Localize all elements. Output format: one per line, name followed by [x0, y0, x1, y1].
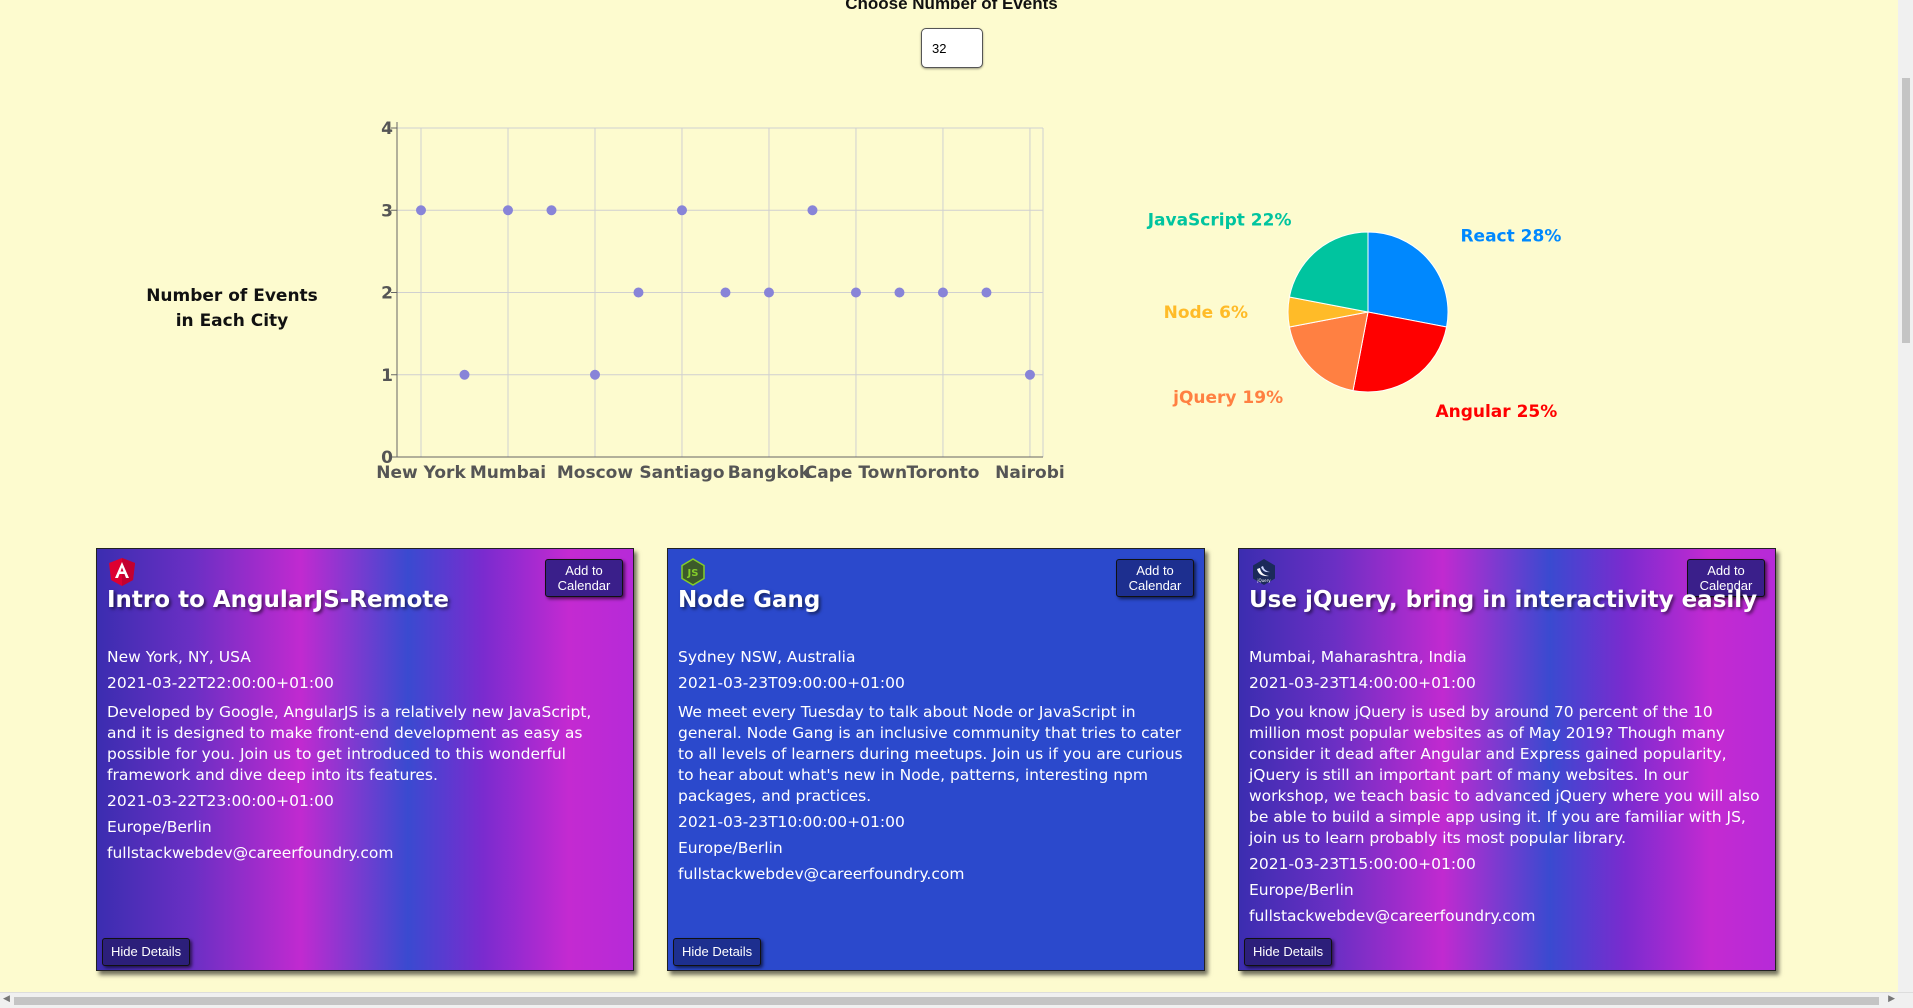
event-end: 2021-03-23T15:00:00+01:00	[1249, 855, 1476, 873]
pie-chart: React 28% Angular 25% jQuery 19% Node 6% Jav…	[1147, 211, 1562, 423]
pie-label: jQuery 19%	[1172, 388, 1283, 408]
scatter-point	[1024, 369, 1035, 380]
horizontal-scrollbar[interactable]: ◀ ▶	[0, 992, 1913, 1008]
event-card: JS Add to Calendar Node Gang Sydney NSW,…	[667, 548, 1205, 971]
scatter-point	[633, 287, 644, 298]
event-description: Developed by Google, AngularJS is a rela…	[107, 703, 592, 784]
svg-text:JS: JS	[687, 568, 699, 579]
event-location: New York, NY, USA	[107, 648, 251, 666]
hide-details-button[interactable]: Hide Details	[673, 938, 762, 966]
scatter-point	[589, 369, 600, 380]
event-timezone: Europe/Berlin	[678, 839, 783, 857]
angular-icon	[109, 558, 135, 586]
event-title: Intro to AngularJS-Remote	[107, 587, 449, 613]
x-tick-label: Santiago	[639, 463, 724, 483]
pie-label: JavaScript 22%	[1147, 211, 1292, 231]
x-tick-label: Moscow	[557, 463, 633, 483]
y-tick-label: 3	[381, 201, 393, 221]
pie-slice	[1287, 296, 1369, 328]
event-description: Do you know jQuery is used by around 70 …	[1249, 703, 1760, 847]
scatter-point	[416, 205, 426, 216]
scatter-point	[894, 287, 905, 298]
event-location: Mumbai, Maharashtra, India	[1249, 648, 1467, 666]
event-email: fullstackwebdev@careerfoundry.com	[1249, 907, 1536, 925]
scatter-point	[807, 205, 818, 216]
scatter-label: Number of Events in Each City	[146, 286, 318, 331]
event-timezone: Europe/Berlin	[1249, 881, 1354, 899]
x-tick-label: Bangkok	[728, 463, 811, 483]
event-title: Use jQuery, bring in interactivity easil…	[1249, 587, 1758, 613]
pie-label: React 28%	[1460, 227, 1561, 247]
scatter-point	[502, 205, 513, 216]
vertical-scrollbar-thumb[interactable]	[1902, 78, 1910, 343]
vertical-scrollbar[interactable]	[1898, 0, 1913, 993]
hide-details-button[interactable]: Hide Details	[102, 938, 191, 966]
event-card: Add to Calendar Intro to AngularJS-Remot…	[96, 548, 634, 971]
svg-text:jQuery: jQuery	[1256, 578, 1271, 583]
pie-slice	[1367, 231, 1449, 328]
pie-slice	[1288, 231, 1369, 313]
pie-slice	[1352, 311, 1448, 393]
number-of-events-input[interactable]	[921, 28, 983, 68]
y-tick-label: 4	[381, 119, 393, 139]
event-start: 2021-03-22T22:00:00+01:00	[107, 674, 334, 692]
nodejs-icon: JS	[681, 558, 705, 586]
pie-label: Angular 25%	[1435, 402, 1557, 422]
jquery-icon: jQuery	[1253, 559, 1275, 585]
event-end: 2021-03-23T10:00:00+01:00	[678, 813, 905, 831]
event-card: jQuery Add to Calendar Use jQuery, bring…	[1238, 548, 1776, 971]
scroll-right-icon[interactable]: ▶	[1888, 994, 1895, 1004]
scatter-chart: 0 1 2 3 4 New York Mumbai Moscow Santiago Bangkok…	[376, 119, 1065, 483]
x-tick-label: Mumbai	[470, 463, 546, 483]
y-tick-label: 0	[381, 448, 393, 468]
x-tick-label: Toronto	[906, 463, 979, 483]
horizontal-scrollbar-thumb[interactable]	[14, 997, 1879, 1005]
y-tick-label: 2	[381, 284, 393, 304]
x-tick-label: New York	[376, 463, 466, 483]
scatter-point	[981, 287, 992, 298]
scatter-point	[937, 287, 948, 298]
event-start: 2021-03-23T09:00:00+01:00	[678, 674, 905, 692]
event-timezone: Europe/Berlin	[107, 818, 212, 836]
event-description: We meet every Tuesday to talk about Node…	[678, 703, 1183, 805]
pie-slice	[1288, 311, 1369, 392]
scatter-point	[459, 369, 470, 380]
scatter-point	[676, 205, 687, 216]
pie-label: Node 6%	[1164, 303, 1248, 323]
y-tick-label: 1	[381, 366, 393, 386]
scatter-point	[763, 287, 774, 298]
event-end: 2021-03-22T23:00:00+01:00	[107, 792, 334, 810]
event-start: 2021-03-23T14:00:00+01:00	[1249, 674, 1476, 692]
scroll-left-icon[interactable]: ◀	[3, 994, 10, 1004]
add-to-calendar-button[interactable]: Add to Calendar	[545, 559, 623, 597]
event-email: fullstackwebdev@careerfoundry.com	[678, 865, 965, 883]
x-tick-label: Cape Town	[805, 463, 907, 483]
page-title: Choose Number of Events	[845, 0, 1058, 13]
x-tick-label: Nairobi	[995, 463, 1065, 483]
scatter-point	[720, 287, 731, 298]
event-email: fullstackwebdev@careerfoundry.com	[107, 844, 394, 862]
event-location: Sydney NSW, Australia	[678, 648, 856, 666]
scatter-point	[850, 287, 861, 298]
add-to-calendar-button[interactable]: Add to Calendar	[1116, 559, 1194, 597]
event-title: Node Gang	[678, 587, 821, 613]
scatter-point	[546, 205, 557, 216]
hide-details-button[interactable]: Hide Details	[1244, 938, 1333, 966]
